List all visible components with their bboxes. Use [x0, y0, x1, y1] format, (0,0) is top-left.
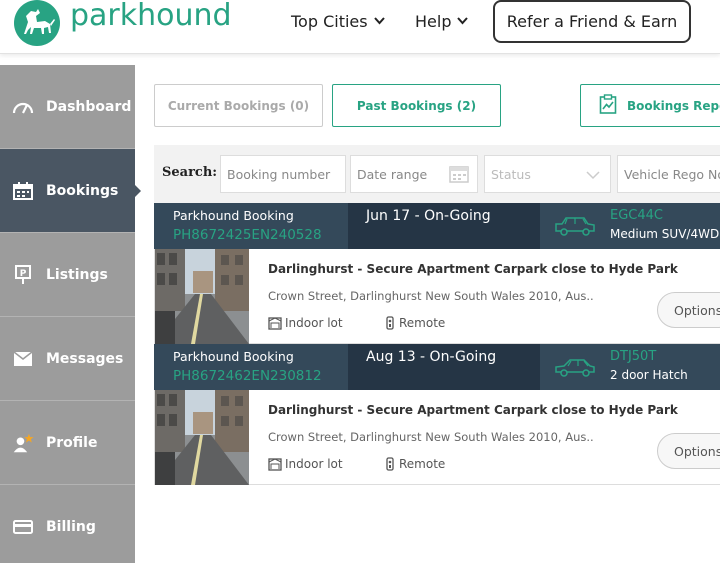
- feature-remote: Remote: [384, 457, 445, 471]
- brand-wordmark[interactable]: parkhound: [70, 0, 232, 33]
- feature-label: Remote: [399, 457, 446, 471]
- chevron-down-icon: [586, 168, 600, 183]
- options-button[interactable]: Options: [657, 292, 720, 328]
- feature-remote: Remote: [384, 316, 445, 330]
- vehicle-rego-field[interactable]: [617, 155, 720, 193]
- search-bar: Search: Status: [154, 145, 720, 203]
- top-header: parkhound Top Cities Help Refer a Friend…: [0, 0, 720, 54]
- vehicle-type: 2 door Hatch: [610, 368, 688, 382]
- feature-indoor-lot: Indoor lot: [268, 316, 343, 330]
- sidebar-item-profile[interactable]: Profile: [0, 401, 135, 485]
- booking-code[interactable]: PH8672425EN240528: [173, 227, 322, 243]
- booking-code[interactable]: PH8672462EN230812: [173, 368, 322, 384]
- booking-id-panel: Parkhound Booking PH8672462EN230812: [154, 344, 348, 390]
- refer-friend-button[interactable]: Refer a Friend & Earn: [493, 0, 691, 43]
- booking-id-panel: Parkhound Booking PH8672425EN240528: [154, 203, 348, 249]
- remote-icon: [386, 457, 394, 471]
- booking-card[interactable]: Darlinghurst - Secure Apartment Carpark …: [154, 390, 720, 485]
- chevron-down-icon: [457, 15, 469, 28]
- sidebar-item-label: Profile: [46, 434, 98, 451]
- sidebar-item-messages[interactable]: Messages: [0, 317, 135, 401]
- tab-past-bookings[interactable]: Past Bookings (2): [332, 84, 501, 127]
- nav-help[interactable]: Help: [415, 12, 469, 31]
- sidebar-item-bookings[interactable]: Bookings: [0, 149, 141, 233]
- feature-label: Indoor lot: [285, 457, 343, 471]
- sidebar-item-dashboard[interactable]: Dashboard: [0, 65, 135, 149]
- booking-title: Parkhound Booking: [173, 208, 294, 223]
- sidebar-item-label: Dashboard: [46, 98, 132, 115]
- listing-address: Crown Street, Darlinghurst New South Wal…: [268, 430, 594, 444]
- booking-number-field[interactable]: [220, 155, 346, 193]
- booking-card[interactable]: Darlinghurst - Secure Apartment Carpark …: [154, 249, 720, 344]
- garage-icon: [268, 457, 282, 471]
- remote-icon: [386, 316, 394, 330]
- sidebar-item-label: Listings: [46, 266, 108, 283]
- hatchback-car-icon: [554, 356, 596, 382]
- clipboard-chart-icon: [599, 94, 617, 117]
- parkhound-logo-icon[interactable]: [14, 0, 60, 46]
- listing-address: Crown Street, Darlinghurst New South Wal…: [268, 289, 594, 303]
- booking-title: Parkhound Booking: [173, 349, 294, 364]
- vehicle-rego-input[interactable]: [624, 166, 720, 182]
- search-label: Search:: [162, 165, 218, 180]
- sidebar: Dashboard Bookings P Listings Messages P…: [0, 65, 141, 563]
- gauge-icon: [12, 96, 34, 118]
- sidebar-item-billing[interactable]: Billing: [0, 485, 135, 563]
- user-icon: [12, 432, 34, 454]
- envelope-icon: [12, 348, 34, 370]
- calendar-icon: [12, 180, 34, 202]
- booking-date-status: Aug 13 - On-Going: [366, 349, 497, 365]
- sidebar-item-label: Billing: [46, 519, 96, 535]
- booking-header: Parkhound Booking PH8672462EN230812 Aug …: [154, 344, 720, 390]
- carpark-photo: [155, 390, 249, 485]
- sidebar-item-label: Bookings: [46, 182, 119, 199]
- booking-date-status: Jun 17 - On-Going: [366, 208, 491, 224]
- garage-icon: [268, 316, 282, 330]
- listing-name[interactable]: Darlinghurst - Secure Apartment Carpark …: [268, 262, 678, 276]
- date-range-field[interactable]: [350, 155, 478, 193]
- sidebar-item-label: Messages: [46, 350, 124, 367]
- calendar-icon[interactable]: [449, 165, 469, 186]
- options-button[interactable]: Options: [657, 433, 720, 469]
- bookings-report-label: Bookings Repor: [627, 98, 720, 113]
- nav-help-label: Help: [415, 12, 452, 31]
- feature-label: Remote: [399, 316, 446, 330]
- booking-number-input[interactable]: [227, 166, 345, 182]
- vehicle-plate: EGC44C: [610, 208, 663, 223]
- listing-name[interactable]: Darlinghurst - Secure Apartment Carpark …: [268, 403, 678, 417]
- vehicle-panel: EGC44C Medium SUV/4WD: [540, 203, 720, 249]
- suv-car-icon: [554, 215, 596, 241]
- feature-indoor-lot: Indoor lot: [268, 457, 343, 471]
- vehicle-panel: DTJ50T 2 door Hatch: [540, 344, 720, 390]
- sidebar-item-listings[interactable]: P Listings: [0, 233, 135, 317]
- chevron-down-icon: [373, 15, 385, 28]
- active-caret-icon: [135, 185, 141, 197]
- feature-label: Indoor lot: [285, 316, 343, 330]
- tab-current-bookings[interactable]: Current Bookings (0): [154, 84, 323, 127]
- status-select-placeholder: Status: [491, 166, 531, 182]
- vehicle-plate: DTJ50T: [610, 349, 657, 364]
- bookings-report-button[interactable]: Bookings Repor: [580, 84, 720, 127]
- booking-header: Parkhound Booking PH8672425EN240528 Jun …: [154, 203, 720, 249]
- vehicle-type: Medium SUV/4WD: [610, 227, 720, 241]
- carpark-photo: [155, 249, 249, 344]
- parking-sign-icon: P: [12, 264, 34, 286]
- svg-text:P: P: [20, 269, 27, 279]
- credit-card-icon: [12, 516, 34, 538]
- status-select[interactable]: Status: [484, 155, 611, 193]
- nav-top-cities-label: Top Cities: [291, 12, 368, 31]
- nav-top-cities[interactable]: Top Cities: [291, 12, 385, 31]
